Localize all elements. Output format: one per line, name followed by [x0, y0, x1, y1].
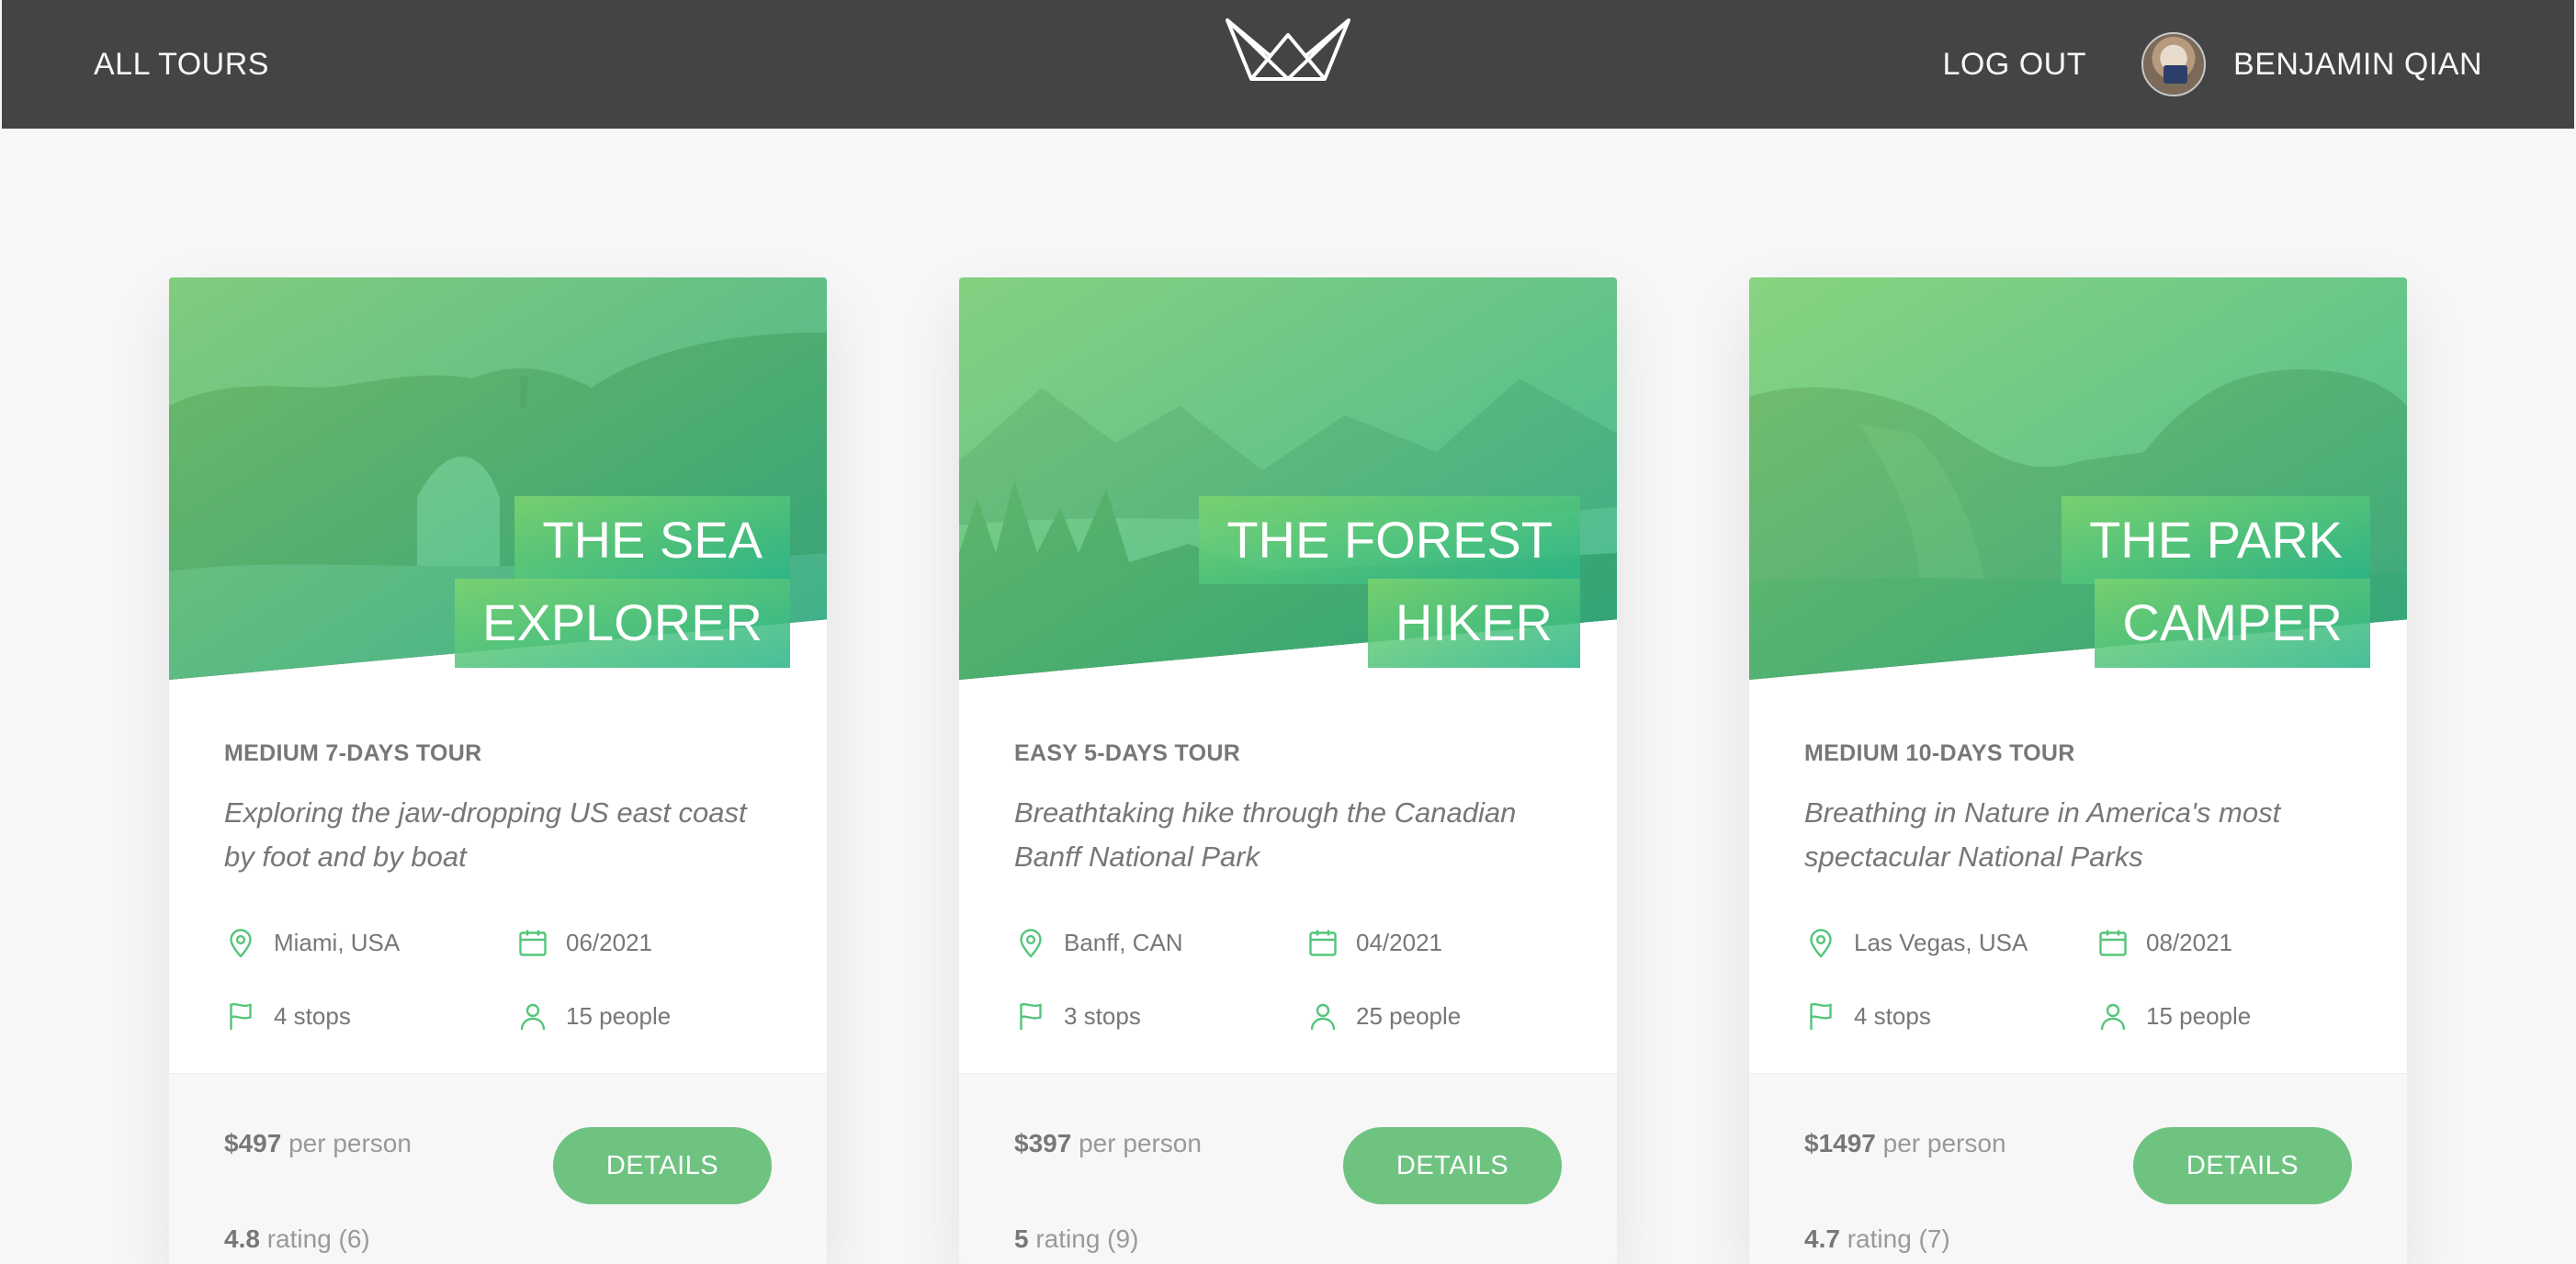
price-suffix: per person: [1079, 1129, 1202, 1157]
fact-text: 4 stops: [274, 1001, 351, 1030]
price-value: $397: [1014, 1129, 1072, 1157]
user-profile[interactable]: BENJAMIN QIAN: [2141, 32, 2482, 96]
user-icon: [2100, 1003, 2126, 1031]
tour-title-line: THE FOREST: [1199, 496, 1580, 585]
tour-title: THE SEA EXPLORER: [239, 496, 790, 668]
fact-date: 04/2021: [1306, 925, 1564, 960]
tour-title-line: HIKER: [1367, 579, 1580, 668]
fact-stops: 4 stops: [1804, 999, 2096, 1033]
fact-people: 15 people: [2096, 999, 2354, 1033]
tour-rating: 4.7 rating (7): [1804, 1224, 1950, 1254]
tour-subheading: EASY 5-DAYS TOUR: [1014, 740, 1241, 766]
tour-card: THE FOREST HIKER EASY 5-DAYS TOUR Breath…: [959, 277, 1617, 1264]
rating-value: 4.8: [224, 1224, 260, 1253]
tour-facts: Las Vegas, USA 08/2021 4 stops 15 people: [1804, 925, 2352, 1033]
crown-logo-icon[interactable]: [1224, 17, 1352, 83]
tour-title-line: THE PARK: [2062, 496, 2370, 585]
fact-people: 25 people: [1306, 999, 1564, 1033]
map-pin-icon: [1020, 929, 1042, 958]
details-button[interactable]: DETAILS: [553, 1127, 772, 1204]
tour-subheading: MEDIUM 10-DAYS TOUR: [1804, 740, 2075, 766]
map-pin-icon: [1810, 929, 1832, 958]
fact-stops: 4 stops: [224, 999, 516, 1033]
card-details: MEDIUM 10-DAYS TOUR Breathing in Nature …: [1749, 680, 2407, 1033]
tour-price: $497 per person: [224, 1129, 412, 1158]
flag-icon: [1020, 1003, 1042, 1031]
fact-text: 15 people: [566, 1001, 672, 1030]
tour-facts: Banff, CAN 04/2021 3 stops 25 people: [1014, 925, 1562, 1033]
user-nav: LOG OUT BENJAMIN QIAN: [1942, 32, 2482, 96]
user-icon: [1310, 1003, 1336, 1031]
fact-text: 3 stops: [1064, 1001, 1141, 1030]
fact-text: Miami, USA: [274, 928, 401, 956]
price-value: $1497: [1804, 1129, 1876, 1157]
card-header: THE PARK CAMPER: [1749, 277, 2407, 680]
rating-suffix: rating (7): [1847, 1224, 1950, 1253]
card-details: EASY 5-DAYS TOUR Breathtaking hike throu…: [959, 680, 1617, 1033]
price-suffix: per person: [1882, 1129, 2006, 1157]
tour-title-line: CAMPER: [2095, 579, 2370, 668]
map-pin-icon: [230, 929, 252, 958]
tour-facts: Miami, USA 06/2021 4 stops 15 people: [224, 925, 772, 1033]
fact-stops: 3 stops: [1014, 999, 1306, 1033]
tour-title-line: EXPLORER: [455, 579, 790, 668]
tour-summary: Exploring the jaw-dropping US east coast…: [224, 796, 747, 874]
card-header: THE SEA EXPLORER: [169, 277, 827, 680]
fact-location: Las Vegas, USA: [1804, 925, 2096, 960]
fact-text: 08/2021: [2146, 928, 2232, 956]
fact-location: Miami, USA: [224, 925, 516, 960]
rating-value: 5: [1014, 1224, 1029, 1253]
user-name[interactable]: BENJAMIN QIAN: [2233, 47, 2482, 83]
top-navigation: ALL TOURS LOG OUT BENJAMIN QIAN: [2, 0, 2574, 129]
rating-suffix: rating (9): [1035, 1224, 1139, 1253]
tour-rating: 5 rating (9): [1014, 1224, 1138, 1254]
price-value: $497: [224, 1129, 282, 1157]
fact-date: 06/2021: [516, 925, 774, 960]
fact-text: 06/2021: [566, 928, 652, 956]
details-button[interactable]: DETAILS: [1343, 1127, 1562, 1204]
flag-icon: [230, 1003, 252, 1031]
tour-price: $1497 per person: [1804, 1129, 2006, 1158]
card-footer: $397 per person 5 rating (9) DETAILS: [959, 1073, 1617, 1264]
tour-subheading: MEDIUM 7-DAYS TOUR: [224, 740, 482, 766]
tour-title-line: THE SEA: [514, 496, 790, 585]
flag-icon: [1810, 1003, 1832, 1031]
fact-text: 25 people: [1356, 1001, 1462, 1030]
calendar-icon: [2099, 930, 2127, 956]
user-icon: [520, 1003, 546, 1031]
fact-text: 15 people: [2146, 1001, 2252, 1030]
tour-card: THE SEA EXPLORER MEDIUM 7-DAYS TOUR Expl…: [169, 277, 827, 1264]
card-details: MEDIUM 7-DAYS TOUR Exploring the jaw-dro…: [169, 680, 827, 1033]
card-footer: $497 per person 4.8 rating (6) DETAILS: [169, 1073, 827, 1264]
fact-location: Banff, CAN: [1014, 925, 1306, 960]
card-footer: $1497 per person 4.7 rating (7) DETAILS: [1749, 1073, 2407, 1264]
rating-suffix: rating (6): [266, 1224, 370, 1253]
fact-people: 15 people: [516, 999, 774, 1033]
rating-value: 4.7: [1804, 1224, 1840, 1253]
price-suffix: per person: [288, 1129, 412, 1157]
avatar[interactable]: [2141, 32, 2207, 96]
tour-summary: Breathtaking hike through the Canadian B…: [1014, 796, 1517, 874]
fact-text: Banff, CAN: [1064, 928, 1183, 956]
all-tours-link[interactable]: ALL TOURS: [94, 47, 269, 83]
fact-text: 4 stops: [1854, 1001, 1931, 1030]
tour-price: $397 per person: [1014, 1129, 1202, 1158]
tour-rating: 4.8 rating (6): [224, 1224, 370, 1254]
tour-card: THE PARK CAMPER MEDIUM 10-DAYS TOUR Brea…: [1749, 277, 2407, 1264]
details-button[interactable]: DETAILS: [2133, 1127, 2352, 1204]
logout-link[interactable]: LOG OUT: [1942, 47, 2086, 83]
fact-text: Las Vegas, USA: [1854, 928, 2028, 956]
fact-date: 08/2021: [2096, 925, 2354, 960]
tour-title: THE PARK CAMPER: [1819, 496, 2370, 668]
tour-summary: Breathing in Nature in America's most sp…: [1804, 796, 2281, 874]
tour-title: THE FOREST HIKER: [1029, 496, 1580, 668]
card-header: THE FOREST HIKER: [959, 277, 1617, 680]
calendar-icon: [1309, 930, 1337, 956]
calendar-icon: [519, 930, 547, 956]
fact-text: 04/2021: [1356, 928, 1442, 956]
